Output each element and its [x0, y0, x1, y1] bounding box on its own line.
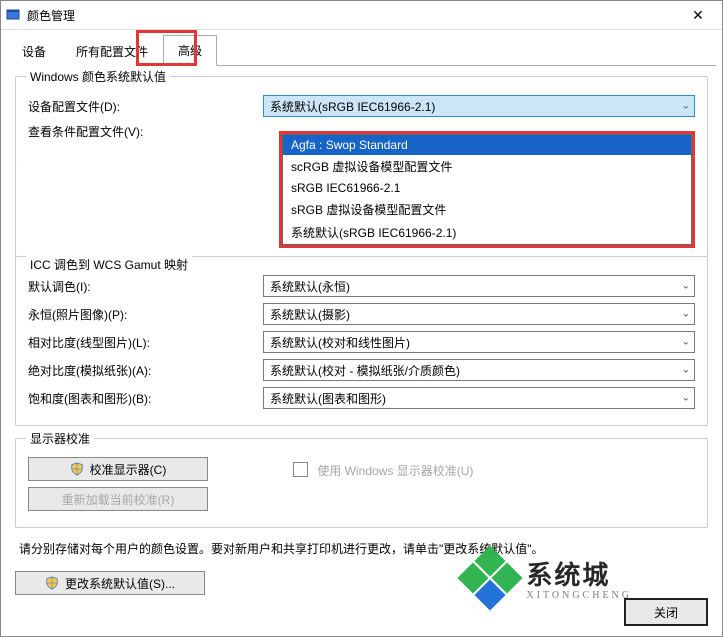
reload-calibration-button[interactable]: 重新加载当前校准(R)	[28, 487, 208, 511]
default-tone-value: 系统默认(永恒)	[270, 278, 350, 295]
chevron-down-icon: ⌄	[682, 281, 690, 292]
tab-strip: 设备 所有配置文件 高级	[1, 30, 722, 65]
group-display-calibration: 显示器校准 校准显示器(C) 使用 Windows 显示器校准(U)	[15, 438, 708, 528]
app-icon	[5, 7, 21, 23]
absolute-label: 绝对比度(模拟纸张)(A):	[28, 362, 263, 379]
dropdown-option-srgb[interactable]: sRGB IEC61966-2.1	[283, 178, 691, 198]
perceptual-select[interactable]: 系统默认(摄影) ⌄	[263, 303, 695, 325]
tab-all-profiles[interactable]: 所有配置文件	[61, 36, 163, 66]
shield-icon	[70, 462, 84, 476]
dropdown-option-srgb-virtual[interactable]: sRGB 虚拟设备模型配置文件	[283, 198, 691, 221]
checkbox-icon	[293, 462, 308, 477]
use-windows-calibration-option[interactable]: 使用 Windows 显示器校准(U)	[293, 460, 473, 479]
row-relative: 相对比度(线型图片)(L): 系统默认(校对和线性图片) ⌄	[28, 331, 695, 353]
row-reload: 重新加载当前校准(R)	[28, 487, 695, 511]
group-title: 显示器校准	[26, 430, 94, 447]
tab-content: Windows 颜色系统默认值 设备配置文件(D): 系统默认(sRGB IEC…	[1, 66, 722, 601]
relative-value: 系统默认(校对和线性图片)	[270, 334, 410, 351]
close-button-label: 关闭	[654, 604, 678, 621]
row-perceptual: 永恒(照片图像)(P): 系统默认(摄影) ⌄	[28, 303, 695, 325]
calibrate-display-button[interactable]: 校准显示器(C)	[28, 457, 208, 481]
dropdown-option-system-default[interactable]: 系统默认(sRGB IEC61966-2.1)	[283, 221, 691, 244]
row-saturation: 饱和度(图表和图形)(B): 系统默认(图表和图形) ⌄	[28, 387, 695, 409]
dialog-footer: 关闭	[624, 598, 708, 626]
reload-calibration-label: 重新加载当前校准(R)	[62, 491, 175, 508]
absolute-value: 系统默认(校对 - 模拟纸张/介质颜色)	[270, 362, 460, 379]
group-title: ICC 调色到 WCS Gamut 映射	[26, 256, 192, 273]
close-button[interactable]: 关闭	[624, 598, 708, 626]
color-management-window: 颜色管理 ✕ 设备 所有配置文件 高级 Windows 颜色系统默认值 设备配置…	[0, 0, 723, 637]
calibrate-display-label: 校准显示器(C)	[90, 461, 167, 478]
change-system-defaults-button[interactable]: 更改系统默认值(S)...	[15, 571, 205, 595]
titlebar: 颜色管理 ✕	[1, 1, 722, 30]
viewing-conditions-label: 查看条件配置文件(V):	[28, 123, 263, 140]
absolute-select[interactable]: 系统默认(校对 - 模拟纸张/介质颜色) ⌄	[263, 359, 695, 381]
saturation-value: 系统默认(图表和图形)	[270, 390, 386, 407]
saturation-label: 饱和度(图表和图形)(B):	[28, 390, 263, 407]
device-profile-value: 系统默认(sRGB IEC61966-2.1)	[270, 98, 435, 115]
use-windows-calibration-label: 使用 Windows 显示器校准(U)	[317, 464, 473, 478]
device-profile-dropdown: Agfa : Swop Standard scRGB 虚拟设备模型配置文件 sR…	[279, 131, 695, 248]
window-title: 颜色管理	[27, 7, 678, 24]
relative-label: 相对比度(线型图片)(L):	[28, 334, 263, 351]
group-title: Windows 颜色系统默认值	[26, 68, 170, 85]
dropdown-option-scrgb[interactable]: scRGB 虚拟设备模型配置文件	[283, 155, 691, 178]
device-profile-label: 设备配置文件(D):	[28, 98, 263, 115]
chevron-down-icon: ⌄	[682, 101, 690, 112]
shield-icon	[45, 576, 59, 590]
row-calibrate: 校准显示器(C) 使用 Windows 显示器校准(U)	[28, 457, 695, 481]
tab-advanced[interactable]: 高级	[163, 35, 217, 66]
relative-select[interactable]: 系统默认(校对和线性图片) ⌄	[263, 331, 695, 353]
chevron-down-icon: ⌄	[682, 309, 690, 320]
default-tone-select[interactable]: 系统默认(永恒) ⌄	[263, 275, 695, 297]
change-system-defaults-label: 更改系统默认值(S)...	[65, 575, 175, 592]
window-close-button[interactable]: ✕	[678, 7, 718, 24]
chevron-down-icon: ⌄	[682, 365, 690, 376]
perceptual-value: 系统默认(摄影)	[270, 306, 350, 323]
dropdown-option-agfa[interactable]: Agfa : Swop Standard	[283, 135, 691, 155]
chevron-down-icon: ⌄	[682, 393, 690, 404]
row-device-profile: 设备配置文件(D): 系统默认(sRGB IEC61966-2.1) ⌄	[28, 95, 695, 117]
row-absolute: 绝对比度(模拟纸张)(A): 系统默认(校对 - 模拟纸张/介质颜色) ⌄	[28, 359, 695, 381]
default-tone-label: 默认调色(I):	[28, 278, 263, 295]
instructions-text: 请分别存储对每个用户的颜色设置。要对新用户和共享打印机进行更改，请单击"更改系统…	[19, 540, 704, 557]
tab-devices[interactable]: 设备	[7, 36, 61, 66]
row-default-tone: 默认调色(I): 系统默认(永恒) ⌄	[28, 275, 695, 297]
chevron-down-icon: ⌄	[682, 337, 690, 348]
perceptual-label: 永恒(照片图像)(P):	[28, 306, 263, 323]
saturation-select[interactable]: 系统默认(图表和图形) ⌄	[263, 387, 695, 409]
device-profile-select[interactable]: 系统默认(sRGB IEC61966-2.1) ⌄	[263, 95, 695, 117]
